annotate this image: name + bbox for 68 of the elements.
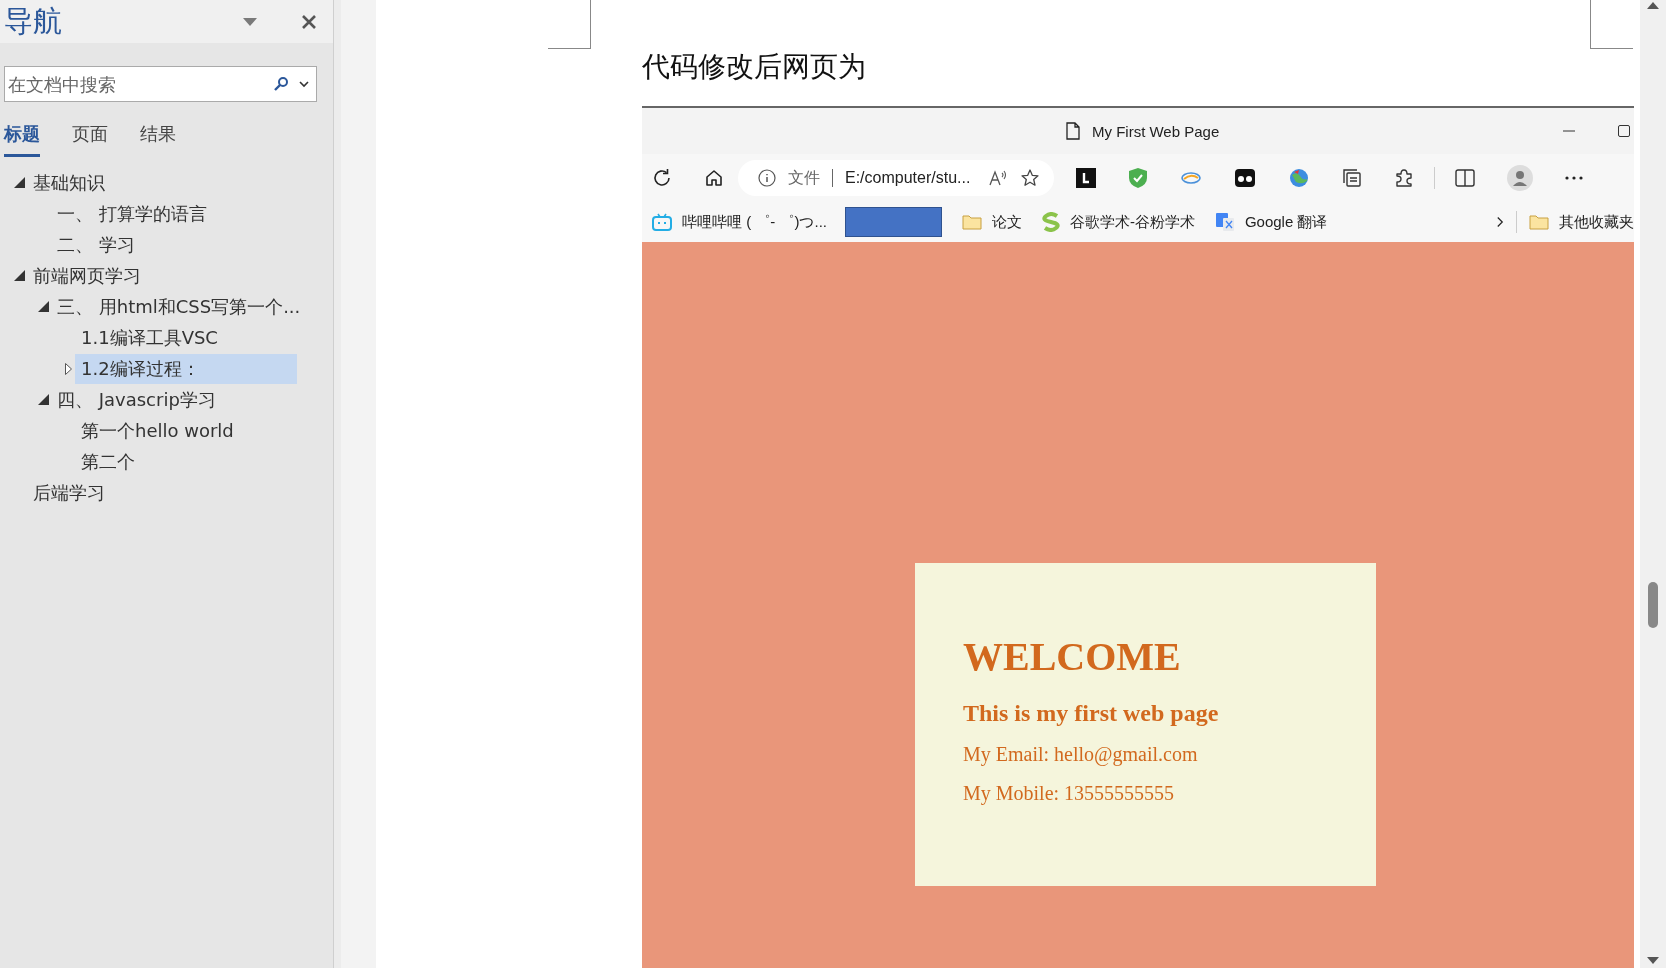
caret-icon[interactable]: [243, 17, 257, 26]
refresh-icon[interactable]: [652, 168, 672, 188]
chevron-icon[interactable]: [299, 81, 309, 88]
shield-icon[interactable]: [1128, 167, 1148, 189]
puzzle-icon[interactable]: [1394, 168, 1414, 188]
tree-item[interactable]: 后端学习: [27, 477, 297, 508]
bookmark[interactable]: 其他收藏夹: [1529, 212, 1634, 232]
info-icon[interactable]: [758, 169, 776, 187]
collapsed-triangle-icon[interactable]: [65, 362, 72, 375]
tree-item[interactable]: 第二个: [75, 446, 297, 477]
s-logo-icon: [1041, 212, 1060, 232]
bookmark[interactable]: 哔哩哔哩 ( ゜- ゜)つ...: [652, 212, 827, 232]
extension-icon[interactable]: [1076, 168, 1096, 188]
window-title: My First Web Page: [1092, 122, 1220, 140]
folder-icon: [1529, 214, 1549, 230]
page-subtitle: This is my first web page: [963, 700, 1220, 727]
tab[interactable]: 页面: [72, 122, 108, 157]
bookmark[interactable]: 谷歌学术-谷粉学术: [1041, 212, 1195, 232]
scroll-up-icon[interactable]: [1647, 2, 1659, 9]
tree-item[interactable]: 1.1编译工具VSC: [75, 322, 297, 353]
tree-item[interactable]: 1.2编译过程：: [75, 353, 297, 384]
corner-mark: [548, 0, 591, 49]
tab[interactable]: 标题: [4, 122, 40, 157]
home-icon[interactable]: [704, 168, 724, 188]
mask-icon[interactable]: [1234, 168, 1256, 188]
more-icon[interactable]: [1565, 176, 1583, 180]
tree-item[interactable]: 四、 Javascrip学习: [51, 384, 297, 415]
minimize-icon[interactable]: [1563, 130, 1576, 132]
contact-line: My Email: hello@gmail.com: [963, 743, 1199, 766]
url-text: E:/computer/stu...: [845, 169, 972, 187]
welcome-heading: WELCOME: [963, 633, 1182, 680]
translate-icon: [1214, 212, 1235, 232]
collections-icon[interactable]: [1342, 168, 1362, 188]
scrollbar-thumb[interactable]: [1648, 582, 1658, 628]
tree-item[interactable]: 一、 打算学的语言: [51, 198, 297, 229]
scroll-down-icon[interactable]: [1647, 957, 1659, 964]
expanded-triangle-icon[interactable]: [38, 301, 49, 312]
tree-item[interactable]: 基础知识: [27, 167, 297, 198]
tv-icon: [652, 213, 672, 231]
chevron-right-icon[interactable]: [1497, 215, 1505, 229]
scheme-label: 文件: [788, 167, 820, 189]
search-icon[interactable]: [273, 76, 289, 92]
expanded-triangle-icon[interactable]: [14, 270, 25, 281]
expanded-triangle-icon[interactable]: [14, 177, 25, 188]
contact-line: My Mobile: 13555555555: [963, 782, 1176, 805]
expanded-triangle-icon[interactable]: [38, 394, 49, 405]
folder-icon: [961, 214, 982, 230]
tab[interactable]: 结果: [140, 122, 176, 157]
address-bar[interactable]: 文件 E:/computer/stu...: [738, 160, 1054, 196]
pane-title: 导航: [4, 2, 63, 40]
split-screen-icon[interactable]: [1455, 169, 1475, 187]
search-field[interactable]: 在文档中搜索: [4, 66, 317, 102]
document-icon: [1066, 122, 1080, 140]
avatar-icon[interactable]: [1507, 165, 1533, 191]
star-icon[interactable]: [1020, 168, 1040, 188]
tree-item[interactable]: 第一个hello world: [75, 415, 297, 446]
bookmark[interactable]: Google 翻译: [1214, 212, 1328, 232]
tree-item[interactable]: 前端网页学习: [27, 260, 297, 291]
maximize-icon[interactable]: [1618, 125, 1631, 137]
tree-item[interactable]: 二、 学习: [51, 229, 297, 260]
document-heading: 代码修改后网页为: [642, 49, 867, 85]
close-icon[interactable]: [301, 13, 317, 30]
swirl-icon[interactable]: [1180, 170, 1202, 186]
globe-icon[interactable]: [1288, 167, 1310, 189]
tree-item[interactable]: 三、 用html和CSS写第一个...: [51, 291, 307, 322]
corner-mark: [1590, 0, 1633, 49]
read-aloud-icon[interactable]: [988, 169, 1008, 187]
bookmark[interactable]: 论文: [961, 212, 1022, 232]
